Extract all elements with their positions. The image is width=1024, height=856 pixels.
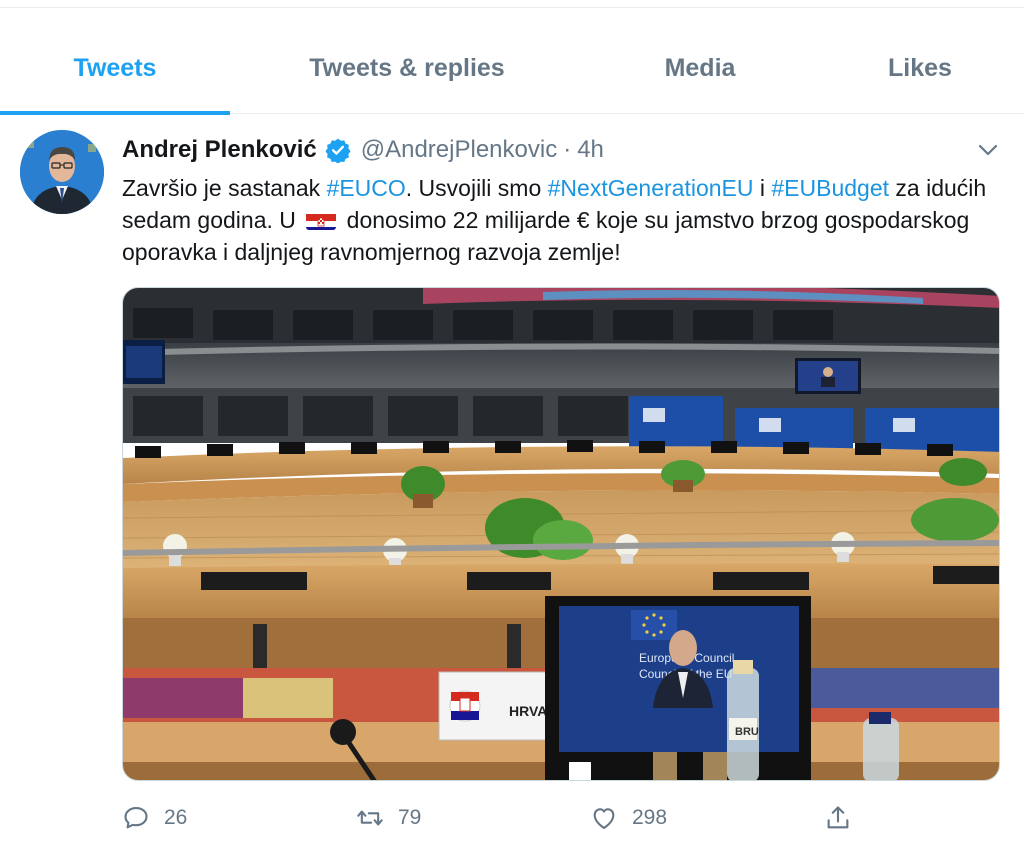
- reply-count: 26: [164, 806, 188, 829]
- reply-icon: [124, 807, 148, 829]
- top-border: [0, 0, 1024, 8]
- verified-badge-icon: [325, 138, 351, 163]
- croatia-flag-icon: [306, 210, 337, 230]
- avatar-portrait-icon: [20, 130, 104, 214]
- like-button[interactable]: 298: [590, 796, 667, 840]
- author-name[interactable]: Andrej Plenković: [122, 136, 317, 164]
- retweet-button[interactable]: 79: [356, 796, 421, 840]
- tab-tweets-label: Tweets: [73, 53, 157, 82]
- nameplate-text: HRVA: [509, 703, 547, 719]
- tweet-text-part: Završio je sastanak: [122, 175, 327, 201]
- chevron-down-icon[interactable]: [974, 138, 1002, 162]
- tab-likes[interactable]: Likes: [816, 22, 1024, 114]
- retweet-count: 79: [398, 806, 422, 829]
- avatar[interactable]: [20, 130, 104, 214]
- author-handle[interactable]: @AndrejPlenkovic: [361, 136, 557, 164]
- active-tab-indicator: [0, 111, 230, 115]
- tab-tweets-replies-label: Tweets & replies: [309, 53, 505, 82]
- reply-button[interactable]: 26: [122, 796, 187, 840]
- tab-likes-label: Likes: [888, 53, 952, 82]
- tweet-photo[interactable]: HRVA European Council Council of the EU …: [122, 287, 1000, 781]
- tweet-actions: 26 79 298: [0, 796, 1024, 840]
- retweet-icon: [357, 810, 383, 826]
- meeting-room-photo: HRVA European Council Council of the EU …: [123, 288, 999, 780]
- header-separator: ·: [563, 136, 572, 163]
- like-count: 298: [632, 806, 668, 829]
- share-icon: [827, 806, 849, 829]
- share-button[interactable]: [824, 796, 866, 840]
- tweet-text-part: . Usvojili smo: [405, 175, 548, 201]
- profile-tabs: Tweets Tweets & replies Media Likes: [0, 22, 1024, 115]
- hashtag-euco[interactable]: #EUCO: [327, 175, 406, 201]
- tab-media-label: Media: [664, 53, 736, 82]
- tab-media[interactable]: Media: [584, 22, 816, 114]
- tab-tweets[interactable]: Tweets: [0, 22, 230, 115]
- tweet-header: Andrej Plenković @AndrejPlenkovic · 4h: [122, 134, 604, 166]
- tweet-text: Završio je sastanak #EUCO. Usvojili smo …: [122, 172, 1002, 268]
- tweet-timestamp[interactable]: 4h: [577, 136, 604, 164]
- nameplate-croatia-flag-icon: [449, 690, 481, 722]
- heart-icon: [593, 808, 615, 829]
- bottle-label: BRU: [735, 726, 759, 738]
- tweet-text-part: i: [753, 175, 772, 201]
- hashtag-eubudget[interactable]: #EUBudget: [771, 175, 889, 201]
- tab-tweets-replies[interactable]: Tweets & replies: [230, 22, 584, 114]
- hashtag-nextgenerationeu[interactable]: #NextGenerationEU: [548, 175, 754, 201]
